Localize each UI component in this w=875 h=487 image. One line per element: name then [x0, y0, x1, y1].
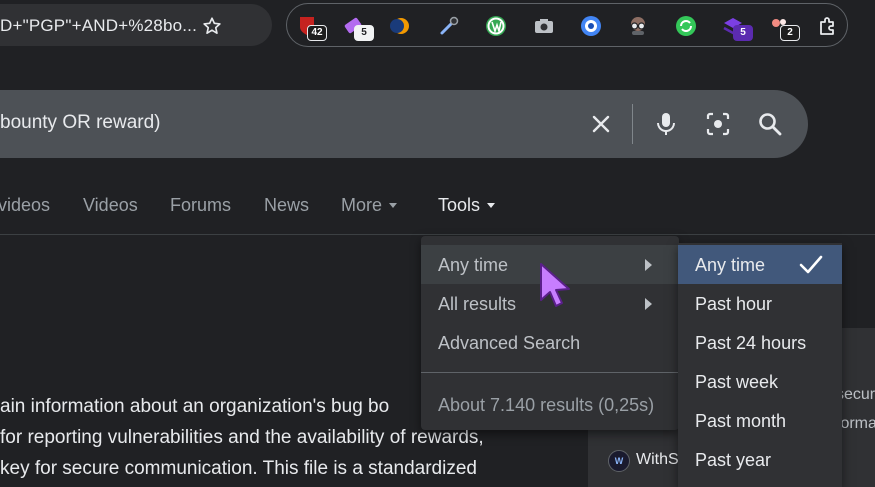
time-option-label: Past 24 hours — [695, 333, 807, 353]
chevron-right-icon — [645, 259, 652, 271]
time-option-past-year[interactable]: Past year — [678, 440, 842, 479]
source-name[interactable]: WithS — [636, 451, 679, 469]
time-option-any-time[interactable]: Any time — [678, 245, 842, 284]
orange-moon-ext-icon[interactable] — [389, 14, 413, 38]
chevron-right-icon — [645, 298, 652, 310]
time-option-label: Any time — [695, 255, 766, 275]
time-range-menu: Any time Past hour Past 24 hours Past we… — [678, 243, 842, 487]
time-option-past-hour[interactable]: Past hour — [678, 284, 842, 323]
address-bar-url[interactable]: D+"PGP"+AND+%28bo... — [0, 16, 197, 36]
search-box[interactable]: bounty OR reward) — [0, 90, 808, 158]
checkmark-icon — [799, 255, 823, 274]
tab-tools[interactable]: Tools — [438, 195, 496, 216]
menu-item-label: Advanced Search — [438, 333, 581, 353]
camera-ext-icon[interactable] — [532, 14, 556, 38]
tab-short-videos[interactable]: videos — [0, 195, 50, 216]
purple-eraser-ext-icon[interactable]: 5 — [342, 14, 374, 41]
result-snippet-line: ain information about an organization's … — [0, 396, 390, 417]
green-refresh-ext-icon[interactable] — [674, 14, 698, 38]
time-option-label: Past month — [695, 411, 787, 431]
time-option-past-week[interactable]: Past week — [678, 362, 842, 401]
glasses-ext-icon[interactable] — [626, 14, 650, 38]
time-option-past-month[interactable]: Past month — [678, 401, 842, 440]
blue-target-ext-icon[interactable] — [579, 14, 603, 38]
tab-more-label: More — [341, 195, 383, 215]
result-stats: About 7.140 results (0,25s) — [438, 395, 655, 415]
green-wordpress-ext-icon[interactable] — [484, 14, 508, 38]
extension-badge: 2 — [780, 25, 800, 41]
search-box-divider — [632, 104, 633, 144]
mouse-cursor-icon — [540, 263, 570, 307]
address-bar[interactable]: D+"PGP"+AND+%28bo... — [0, 4, 272, 46]
extension-badge: 5 — [354, 25, 374, 41]
extensions-tray: 42 5 5 2 — [286, 3, 848, 47]
red-shield-ext-icon[interactable]: 42 — [295, 14, 327, 41]
tab-tools-label: Tools — [438, 195, 481, 215]
chevron-down-icon — [487, 203, 496, 208]
eyedropper-ext-icon[interactable] — [437, 14, 461, 38]
clear-icon[interactable] — [587, 110, 615, 138]
search-icon[interactable] — [756, 110, 784, 138]
tab-more[interactable]: More — [341, 195, 398, 216]
pink-dots-ext-icon[interactable]: 2 — [768, 14, 800, 41]
menu-item-label: All results — [438, 294, 517, 314]
extension-badge: 5 — [733, 25, 753, 41]
microphone-icon[interactable] — [652, 110, 680, 138]
search-tabs: videos Videos Forums News More Tools — [0, 195, 875, 219]
extension-badge: 42 — [307, 25, 327, 41]
tab-forums[interactable]: Forums — [170, 195, 231, 216]
result-snippet-line: for reporting vulnerabilities and the av… — [0, 427, 484, 448]
result-snippet-line: key for secure communication. This file … — [0, 458, 477, 479]
menu-divider — [421, 372, 679, 373]
puzzle-ext-icon[interactable] — [816, 14, 840, 38]
menu-item-advanced-search[interactable]: Advanced Search — [421, 323, 679, 362]
tab-news[interactable]: News — [264, 195, 309, 216]
chevron-down-icon — [389, 203, 398, 208]
tab-videos[interactable]: Videos — [83, 195, 138, 216]
search-input[interactable]: bounty OR reward) — [0, 112, 161, 134]
tabs-divider — [0, 234, 875, 235]
bookmark-star-icon[interactable] — [201, 15, 223, 37]
source-logo-icon: W — [608, 450, 630, 472]
time-option-label: Past hour — [695, 294, 773, 314]
menu-item-label: Any time — [438, 255, 509, 275]
browser-toolbar: D+"PGP"+AND+%28bo... 42 5 5 2 — [0, 0, 875, 56]
time-option-label: Past week — [695, 372, 779, 392]
purple-stack-ext-icon[interactable]: 5 — [721, 14, 753, 41]
time-option-label: Past year — [695, 450, 772, 470]
time-option-past-24-hours[interactable]: Past 24 hours — [678, 323, 842, 362]
camera-search-icon[interactable] — [704, 110, 732, 138]
